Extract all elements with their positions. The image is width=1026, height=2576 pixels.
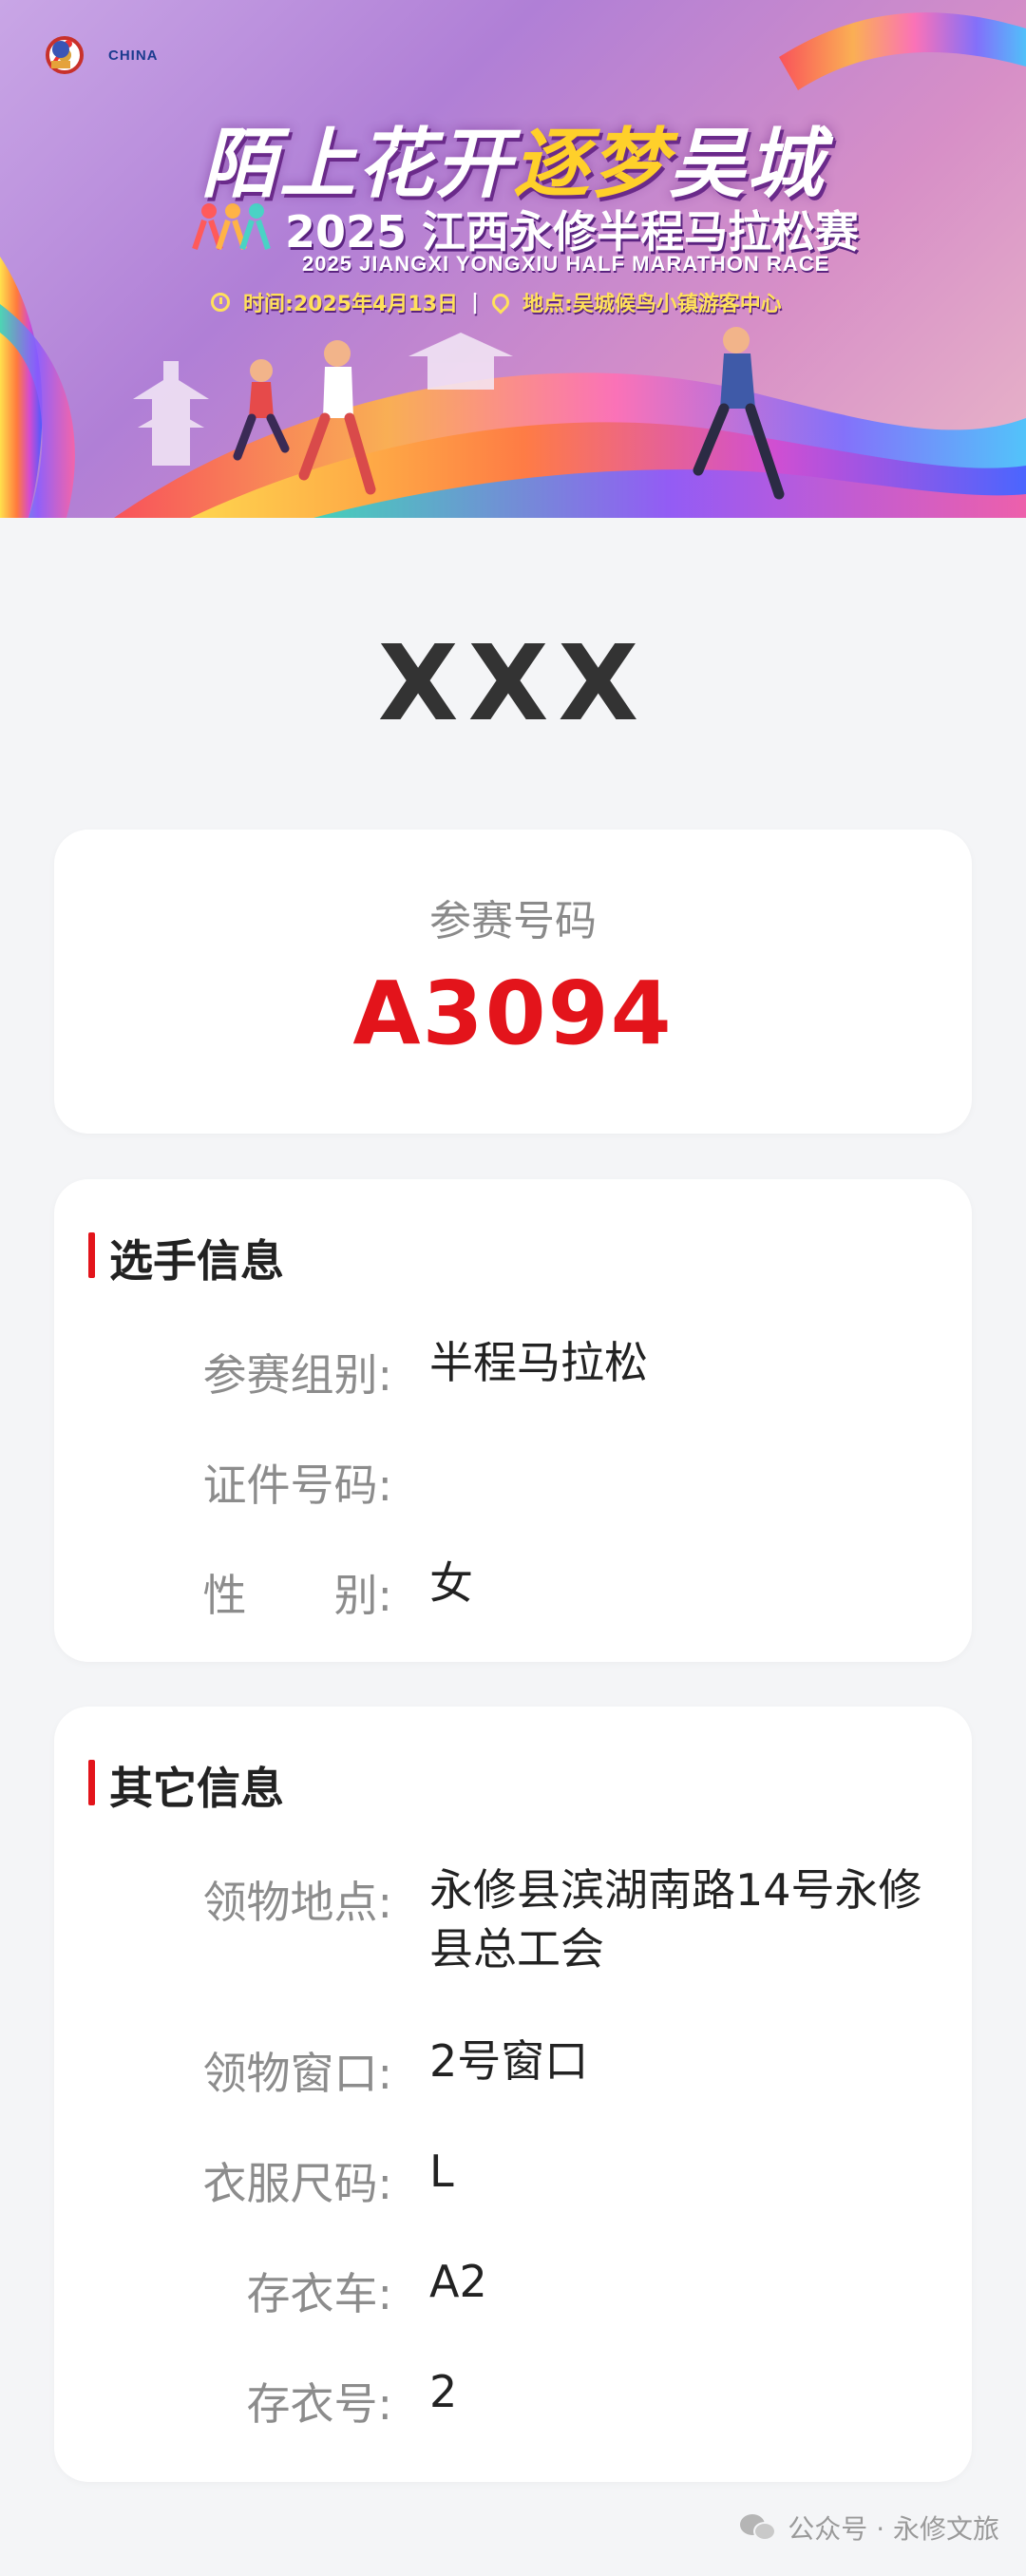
- id-number-label: 证件号码:: [202, 1460, 393, 1511]
- event-location: 地点:吴城候鸟小镇游客中心: [522, 293, 782, 316]
- banner-title: 陌上花开逐梦吴城: [0, 103, 1026, 213]
- pickup-window-label: 领物窗口:: [202, 2048, 393, 2099]
- banner-title-part2: 吴城: [669, 120, 825, 208]
- bib-card: 参赛号码 A3094: [54, 830, 972, 1134]
- pickup-window-value: 2号窗口: [429, 2035, 589, 2087]
- other-info-card: 其它信息 领物地点: 永修县滨湖南路14号永修县总工会 领物窗口: 2号窗口 衣…: [54, 1707, 972, 2482]
- gender-value: 女: [429, 1557, 473, 1609]
- bib-label: 参赛号码: [429, 897, 597, 945]
- pickup-location-value: 永修县滨湖南路14号永修县总工会: [429, 1864, 922, 1975]
- wechat-icon: [740, 2512, 778, 2543]
- player-info-card: 选手信息 参赛组别: 半程马拉松 证件号码: 性 别: 女: [54, 1179, 972, 1662]
- clothing-size-label: 衣服尺码:: [202, 2158, 393, 2209]
- bib-number: A3094: [352, 963, 674, 1064]
- other-info-title: 其它信息: [88, 1754, 284, 1817]
- event-banner: CHINA 陌上花开逐梦吴城 2025 江西永修半程马拉松赛 2025 JIAN…: [0, 0, 1026, 518]
- pickup-location-label: 领物地点:: [202, 1877, 393, 1928]
- location-pin-icon: [488, 290, 513, 315]
- clock-icon: [211, 293, 230, 312]
- watermark-text: 公众号 · 永修文旅: [788, 2513, 999, 2545]
- bag-number-value: 2: [429, 2366, 458, 2417]
- clothing-size-value: L: [429, 2146, 454, 2197]
- event-time: 时间:2025年4月13日: [243, 293, 458, 316]
- wechat-watermark: 公众号 · 永修文旅: [740, 2509, 999, 2547]
- bag-truck-value: A2: [429, 2256, 487, 2307]
- china-logo: CHINA: [108, 47, 159, 64]
- runner-name: XXX: [377, 622, 649, 744]
- player-info-title: 选手信息: [88, 1227, 284, 1289]
- banner-subtitle-english: 2025 JIANGXI YONGXIU HALF MARATHON RACE: [302, 252, 830, 276]
- bag-number-label: 存衣号:: [246, 2378, 393, 2430]
- sponsor-logos: CHINA: [46, 36, 159, 74]
- category-label: 参赛组别:: [202, 1349, 393, 1401]
- gender-label: 性 别:: [202, 1570, 393, 1621]
- info-separator: |: [470, 290, 479, 315]
- marathon-logo-icon: [51, 41, 70, 68]
- banner-event-info: 时间:2025年4月13日 | 地点:吴城候鸟小镇游客中心: [211, 287, 782, 317]
- banner-title-part1: 陌上花开: [201, 120, 513, 208]
- category-value: 半程马拉松: [429, 1337, 648, 1388]
- bag-truck-label: 存衣车:: [246, 2268, 393, 2319]
- banner-title-highlight: 逐梦: [513, 120, 669, 208]
